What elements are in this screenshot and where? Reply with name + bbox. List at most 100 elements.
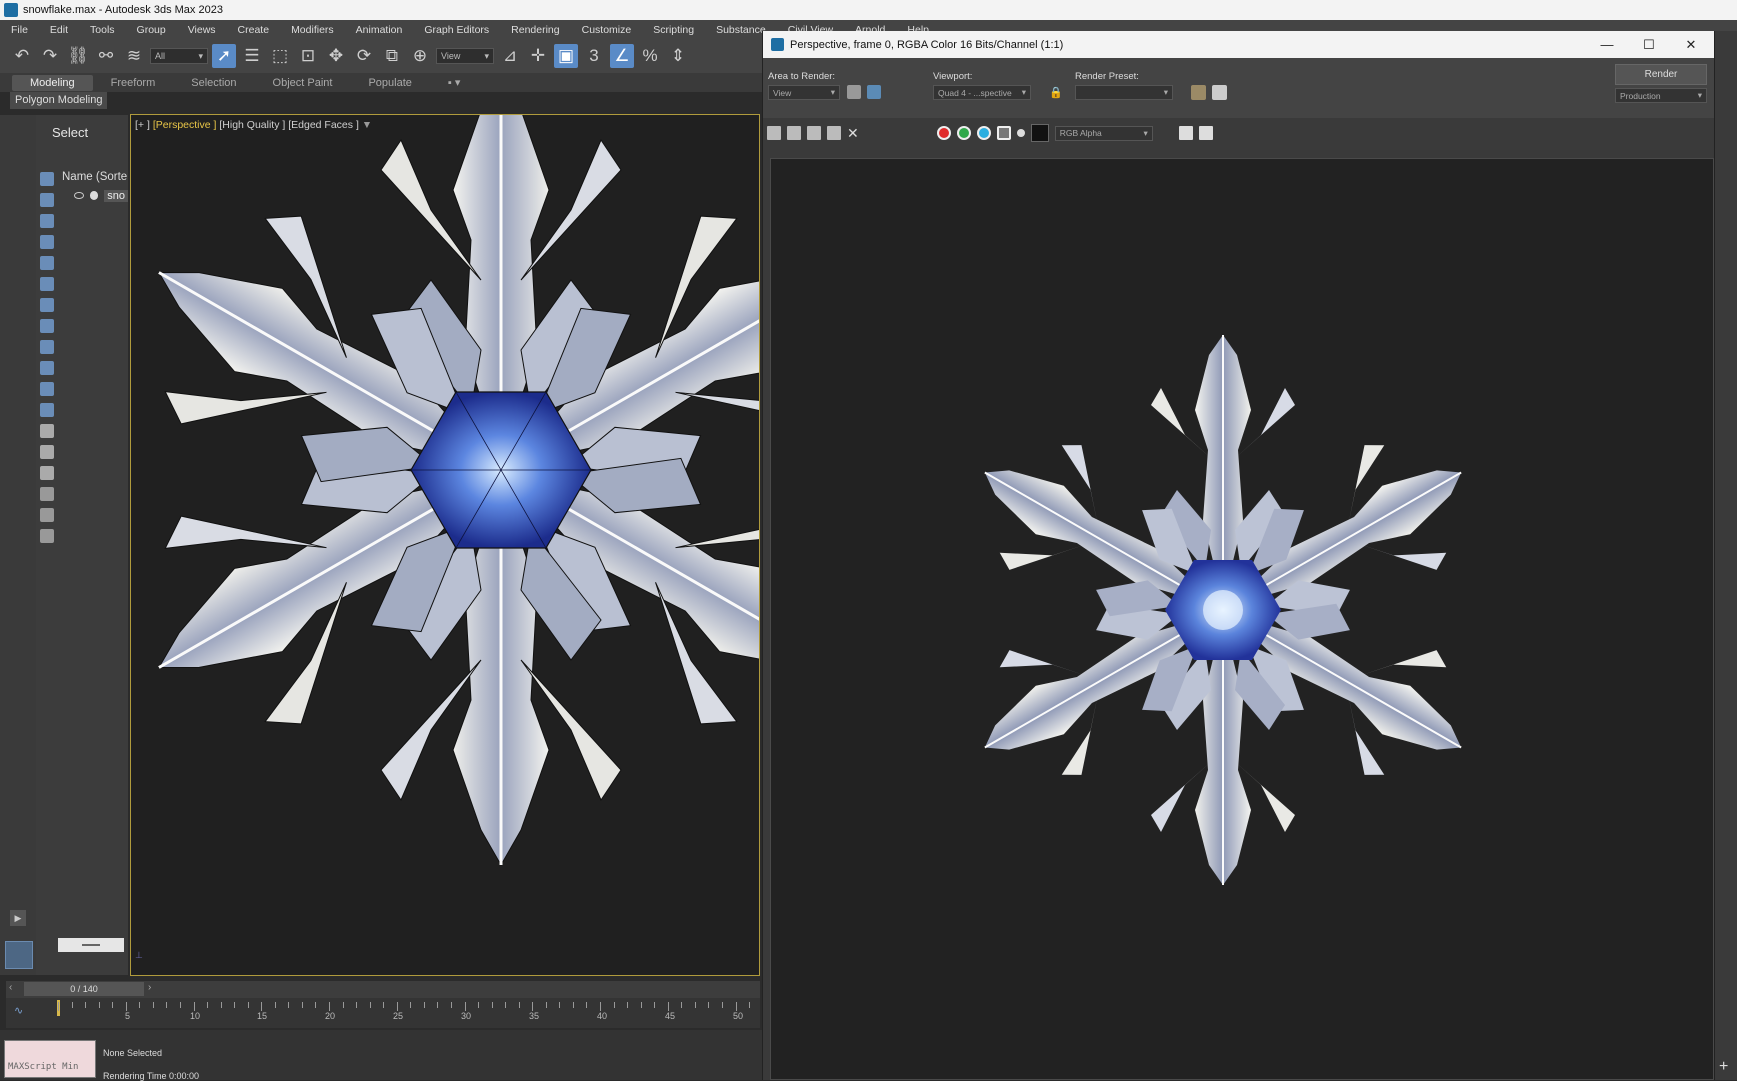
menu-scripting[interactable]: Scripting bbox=[642, 24, 705, 36]
tab-populate[interactable]: Populate bbox=[350, 75, 429, 91]
bind-spacewarp-icon[interactable]: ≋ bbox=[122, 44, 146, 68]
blue-channel-icon[interactable] bbox=[976, 126, 991, 140]
display-all-icon[interactable] bbox=[40, 424, 54, 438]
frozen-filter-icon[interactable] bbox=[40, 382, 54, 396]
menu-edit[interactable]: Edit bbox=[39, 24, 79, 36]
swatch-icon[interactable] bbox=[1030, 124, 1049, 142]
copy-image-icon[interactable] bbox=[787, 126, 801, 140]
angle-snap-icon[interactable]: ∠ bbox=[610, 44, 634, 68]
maxscript-listener[interactable]: MAXScript Min bbox=[4, 1040, 96, 1078]
manipulate-icon[interactable]: ✛ bbox=[526, 44, 550, 68]
environment-icon[interactable] bbox=[1212, 85, 1227, 100]
selection-filter-dropdown[interactable]: All ▾ bbox=[150, 48, 208, 64]
menu-modifiers[interactable]: Modifiers bbox=[280, 24, 345, 36]
menu-group[interactable]: Group bbox=[126, 24, 177, 36]
menu-graph-editors[interactable]: Graph Editors bbox=[413, 24, 500, 36]
window-crossing-icon[interactable]: ⊡ bbox=[296, 44, 320, 68]
scale-icon[interactable]: ⧉ bbox=[380, 44, 404, 68]
explorer-name-field[interactable] bbox=[58, 938, 124, 952]
snaps-toggle-icon[interactable]: 3 bbox=[582, 44, 606, 68]
render-mode-dropdown[interactable]: Production ▾ bbox=[1615, 88, 1707, 103]
undo-icon[interactable]: ↶ bbox=[10, 44, 34, 68]
link-icon[interactable]: ⛓ bbox=[66, 44, 90, 68]
prev-frame-icon[interactable]: ‹ bbox=[9, 982, 12, 993]
polygon-modeling-panel[interactable]: Polygon Modeling bbox=[10, 92, 108, 109]
edit-region-icon[interactable] bbox=[847, 85, 861, 99]
menu-animation[interactable]: Animation bbox=[345, 24, 414, 36]
lock-icon[interactable]: 🔒 bbox=[1049, 86, 1063, 99]
light-filter-icon[interactable] bbox=[40, 214, 54, 228]
select-by-name-icon[interactable]: ☰ bbox=[240, 44, 264, 68]
render-button[interactable]: Render bbox=[1615, 64, 1707, 85]
close-icon[interactable]: ✕ bbox=[1671, 31, 1711, 58]
menu-tools[interactable]: Tools bbox=[79, 24, 126, 36]
move-icon[interactable]: ✥ bbox=[324, 44, 348, 68]
alpha-channel-icon[interactable] bbox=[996, 126, 1011, 140]
menu-rendering[interactable]: Rendering bbox=[500, 24, 570, 36]
placement-icon[interactable]: ⊕ bbox=[408, 44, 432, 68]
spinner-snap-icon[interactable]: ⇕ bbox=[666, 44, 690, 68]
area-to-render-dropdown[interactable]: View ▾ bbox=[768, 85, 840, 100]
tab-freeform[interactable]: Freeform bbox=[93, 75, 174, 91]
track-bar[interactable]: ∿ 5 10 15 20 25 30 35 40 45 50 bbox=[6, 998, 764, 1028]
tab-object-paint[interactable]: Object Paint bbox=[255, 75, 351, 91]
tab-selection[interactable]: Selection bbox=[173, 75, 254, 91]
filter-icon[interactable] bbox=[40, 508, 54, 522]
helper-filter-icon[interactable] bbox=[40, 256, 54, 270]
spacewarp-filter-icon[interactable] bbox=[40, 277, 54, 291]
filter-funnel-icon[interactable] bbox=[40, 487, 54, 501]
ribbon-options-icon[interactable]: ▪ ▾ bbox=[430, 74, 478, 91]
viewport-shading-label[interactable]: [High Quality ] bbox=[219, 119, 285, 131]
group-filter-icon[interactable] bbox=[40, 298, 54, 312]
viewport-view-label[interactable]: [Perspective ] bbox=[153, 119, 217, 131]
minimize-icon[interactable]: — bbox=[1587, 31, 1627, 58]
shape-filter-icon[interactable] bbox=[40, 193, 54, 207]
time-slider-thumb[interactable]: 0 / 140 bbox=[24, 982, 144, 996]
add-icon[interactable]: + bbox=[1719, 1058, 1728, 1076]
percent-snap-icon[interactable]: % bbox=[638, 44, 662, 68]
hidden-filter-icon[interactable] bbox=[40, 403, 54, 417]
green-channel-icon[interactable] bbox=[956, 126, 971, 140]
xref-filter-icon[interactable] bbox=[40, 319, 54, 333]
maximize-icon[interactable]: ☐ bbox=[1629, 31, 1669, 58]
menu-customize[interactable]: Customize bbox=[571, 24, 643, 36]
geometry-filter-icon[interactable] bbox=[40, 172, 54, 186]
clear-icon[interactable]: ✕ bbox=[847, 125, 859, 142]
print-icon[interactable] bbox=[827, 126, 841, 140]
rotate-icon[interactable]: ⟳ bbox=[352, 44, 376, 68]
viewport-edges-label[interactable]: [Edged Faces ] bbox=[288, 119, 359, 131]
toggle-ui-overlay-icon[interactable] bbox=[1178, 126, 1193, 140]
bone-filter-icon[interactable] bbox=[40, 340, 54, 354]
name-column-header[interactable]: Name (Sorte bbox=[62, 171, 128, 183]
pivot-icon[interactable]: ⊿ bbox=[498, 44, 522, 68]
perspective-viewport[interactable]: [+ ] [Perspective ] [High Quality ] [Edg… bbox=[130, 114, 760, 976]
list-item[interactable]: sno bbox=[74, 188, 128, 203]
time-slider[interactable]: ‹ 0 / 140 › bbox=[6, 981, 760, 998]
viewport-layout-icon[interactable] bbox=[5, 941, 33, 969]
clone-window-icon[interactable] bbox=[807, 126, 821, 140]
red-channel-icon[interactable] bbox=[936, 126, 951, 140]
render-setup-icon[interactable] bbox=[1191, 85, 1206, 100]
menu-create[interactable]: Create bbox=[227, 24, 281, 36]
expand-arrow-icon[interactable]: ▶ bbox=[10, 910, 26, 926]
next-frame-icon[interactable]: › bbox=[148, 982, 151, 993]
container-filter-icon[interactable] bbox=[40, 361, 54, 375]
auto-region-icon[interactable] bbox=[867, 85, 881, 99]
viewport-filter-icon[interactable]: ▼ bbox=[362, 119, 372, 131]
menu-file[interactable]: File bbox=[0, 24, 39, 36]
channel-display-dropdown[interactable]: RGB Alpha ▾ bbox=[1054, 125, 1153, 141]
menu-views[interactable]: Views bbox=[177, 24, 227, 36]
viewport-plus-menu[interactable]: [+ ] bbox=[135, 119, 150, 131]
render-preset-dropdown[interactable]: ▾ bbox=[1075, 85, 1173, 100]
tab-modeling[interactable]: Modeling bbox=[12, 74, 93, 91]
save-image-icon[interactable] bbox=[767, 126, 781, 140]
viewport-label[interactable]: [+ ] [Perspective ] [High Quality ] [Edg… bbox=[135, 119, 372, 131]
invert-display-icon[interactable] bbox=[40, 466, 54, 480]
mono-channel-icon[interactable] bbox=[1016, 129, 1025, 137]
redo-icon[interactable]: ↷ bbox=[38, 44, 62, 68]
camera-filter-icon[interactable] bbox=[40, 235, 54, 249]
viewport-dropdown[interactable]: Quad 4 - ...spective ▾ bbox=[933, 85, 1031, 100]
display-none-icon[interactable] bbox=[40, 445, 54, 459]
select-object-icon[interactable]: ➚ bbox=[212, 44, 236, 68]
rect-selection-icon[interactable]: ⬚ bbox=[268, 44, 292, 68]
